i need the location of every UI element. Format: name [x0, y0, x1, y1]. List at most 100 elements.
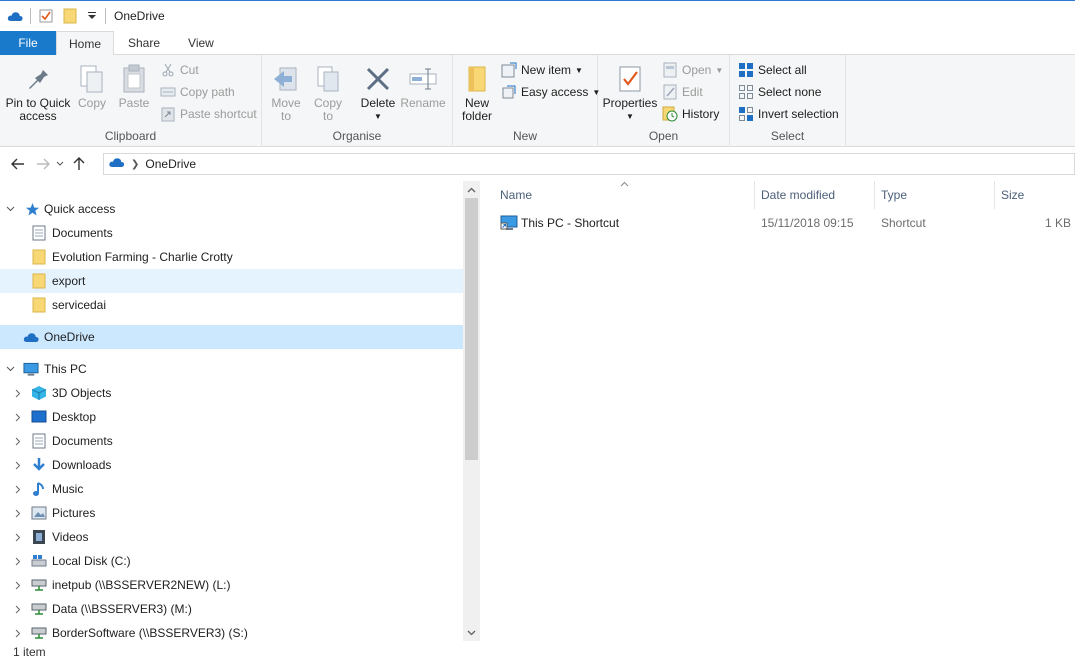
tab-file[interactable]: File [0, 31, 56, 55]
properties-quick-icon[interactable] [37, 7, 55, 25]
select-group: Select all Select none Invert selection … [730, 55, 846, 147]
new-item-dropdown-icon: ▼ [575, 65, 583, 75]
move-to-button[interactable]: Move to [268, 61, 304, 123]
3d-objects-icon [31, 385, 47, 401]
open-button[interactable]: Open ▼ [662, 60, 723, 80]
nav-inetpub-drive[interactable]: inetpub (\\BSSERVER2NEW) (L:) [0, 573, 463, 597]
select-none-button[interactable]: Select none [738, 82, 821, 102]
easy-access-button[interactable]: Easy access ▼ [501, 82, 600, 102]
expand-chevron-icon[interactable] [12, 627, 24, 639]
nav-videos[interactable]: Videos [0, 525, 463, 549]
expand-chevron-icon[interactable] [12, 603, 24, 615]
new-group: New folder New item ▼ Easy access ▼ New [453, 55, 600, 147]
navigation-pane: Quick access Documents Evolution Farming… [0, 181, 480, 641]
scroll-down-arrow-icon[interactable] [463, 624, 480, 641]
expand-chevron-icon[interactable] [12, 435, 24, 447]
expand-chevron-icon[interactable] [12, 459, 24, 471]
breadcrumb-onedrive[interactable]: OneDrive [145, 157, 196, 171]
collapse-chevron-icon[interactable] [4, 363, 16, 375]
delete-x-icon [362, 61, 394, 97]
nav-downloads[interactable]: Downloads [0, 453, 463, 477]
select-group-label: Select [770, 129, 805, 143]
nav-scrollbar[interactable] [463, 181, 480, 641]
navigation-bar: ❯ OneDrive [0, 150, 1075, 178]
column-size[interactable]: Size [995, 181, 1075, 209]
nav-local-disk[interactable]: Local Disk (C:) [0, 549, 463, 573]
network-drive-icon [31, 601, 47, 617]
scroll-up-arrow-icon[interactable] [463, 181, 480, 198]
column-type[interactable]: Type [875, 181, 995, 209]
expand-chevron-icon[interactable] [12, 579, 24, 591]
cut-button[interactable]: Cut [160, 60, 199, 80]
copy-to-button[interactable]: Copy to [310, 61, 346, 123]
copy-path-button[interactable]: Copy path [160, 82, 235, 102]
invert-selection-button[interactable]: Invert selection [738, 104, 839, 124]
new-folder-button[interactable]: New folder [459, 61, 495, 123]
nav-music[interactable]: Music [0, 477, 463, 501]
rename-button[interactable]: Rename [400, 61, 446, 110]
ribbon-tabs: File Home Share View [0, 31, 1075, 56]
collapse-chevron-icon[interactable] [4, 203, 16, 215]
windows-drive-icon [31, 553, 47, 569]
breadcrumb-chevron-icon[interactable]: ❯ [131, 159, 139, 170]
nav-qa-evolution-farming[interactable]: Evolution Farming - Charlie Crotty [0, 245, 463, 269]
back-arrow-icon[interactable] [7, 153, 29, 175]
shortcut-computer-icon [500, 212, 518, 234]
nav-qa-servicedai[interactable]: servicedai [0, 293, 463, 317]
select-all-button[interactable]: Select all [738, 60, 807, 80]
open-group: Properties ▼ Open ▼ Edit History Open [598, 55, 730, 147]
expand-chevron-icon[interactable] [12, 483, 24, 495]
file-list: Name Date modified Type Size This PC - S… [480, 181, 1075, 641]
paste-shortcut-button[interactable]: Paste shortcut [160, 104, 257, 124]
expand-chevron-icon[interactable] [12, 387, 24, 399]
new-item-button[interactable]: New item ▼ [501, 60, 583, 80]
nav-qa-documents[interactable]: Documents [0, 221, 463, 245]
nav-qa-export[interactable]: export [0, 269, 463, 293]
recent-locations-chevron-icon[interactable] [54, 153, 66, 175]
column-name[interactable]: Name [480, 181, 755, 209]
nav-quick-access[interactable]: Quick access [0, 197, 463, 221]
nav-this-pc[interactable]: This PC [0, 357, 463, 381]
nav-pc-documents[interactable]: Documents [0, 429, 463, 453]
easy-access-icon [501, 84, 517, 100]
file-row[interactable]: This PC - Shortcut 15/11/2018 09:15 Shor… [496, 212, 1075, 234]
ribbon: Pin to Quick access Copy Paste Cut Copy … [0, 55, 1075, 147]
address-bar[interactable]: ❯ OneDrive [103, 153, 1075, 175]
forward-arrow-icon[interactable] [32, 153, 54, 175]
network-drive-icon [31, 625, 47, 641]
tab-home[interactable]: Home [56, 31, 114, 56]
separator [105, 8, 106, 24]
nav-onedrive[interactable]: OneDrive [0, 325, 463, 349]
customize-quick-access-icon[interactable] [85, 7, 99, 25]
expand-chevron-icon[interactable] [12, 555, 24, 567]
folder-icon [31, 249, 47, 265]
copy-button[interactable]: Copy [74, 61, 110, 110]
edit-icon [662, 84, 678, 100]
pin-to-quick-access-button[interactable]: Pin to Quick access [4, 61, 72, 123]
file-size: 1 KB [1045, 216, 1072, 230]
column-date-modified[interactable]: Date modified [755, 181, 875, 209]
tab-view[interactable]: View [174, 31, 228, 55]
new-folder-quick-icon[interactable] [61, 7, 79, 25]
file-name: This PC - Shortcut [521, 216, 620, 230]
expand-chevron-icon[interactable] [12, 411, 24, 423]
edit-button[interactable]: Edit [662, 82, 703, 102]
paste-button[interactable]: Paste [114, 61, 154, 110]
tab-share[interactable]: Share [114, 31, 174, 55]
file-type: Shortcut [881, 216, 926, 230]
nav-pictures[interactable]: Pictures [0, 501, 463, 525]
film-strip-icon [31, 529, 47, 545]
properties-button[interactable]: Properties ▼ [602, 61, 658, 123]
expand-chevron-icon[interactable] [12, 531, 24, 543]
up-arrow-icon[interactable] [68, 153, 90, 175]
new-group-label: New [512, 129, 537, 143]
scroll-thumb[interactable] [465, 198, 478, 460]
delete-button[interactable]: Delete ▼ [358, 61, 398, 123]
expand-chevron-icon[interactable] [12, 507, 24, 519]
nav-desktop[interactable]: Desktop [0, 405, 463, 429]
pin-icon [22, 61, 54, 97]
nav-data-drive[interactable]: Data (\\BSSERVER3) (M:) [0, 597, 463, 621]
nav-3d-objects[interactable]: 3D Objects [0, 381, 463, 405]
history-button[interactable]: History [662, 104, 719, 124]
nav-bordersoftware-drive[interactable]: BorderSoftware (\\BSSERVER3) (S:) [0, 621, 463, 641]
